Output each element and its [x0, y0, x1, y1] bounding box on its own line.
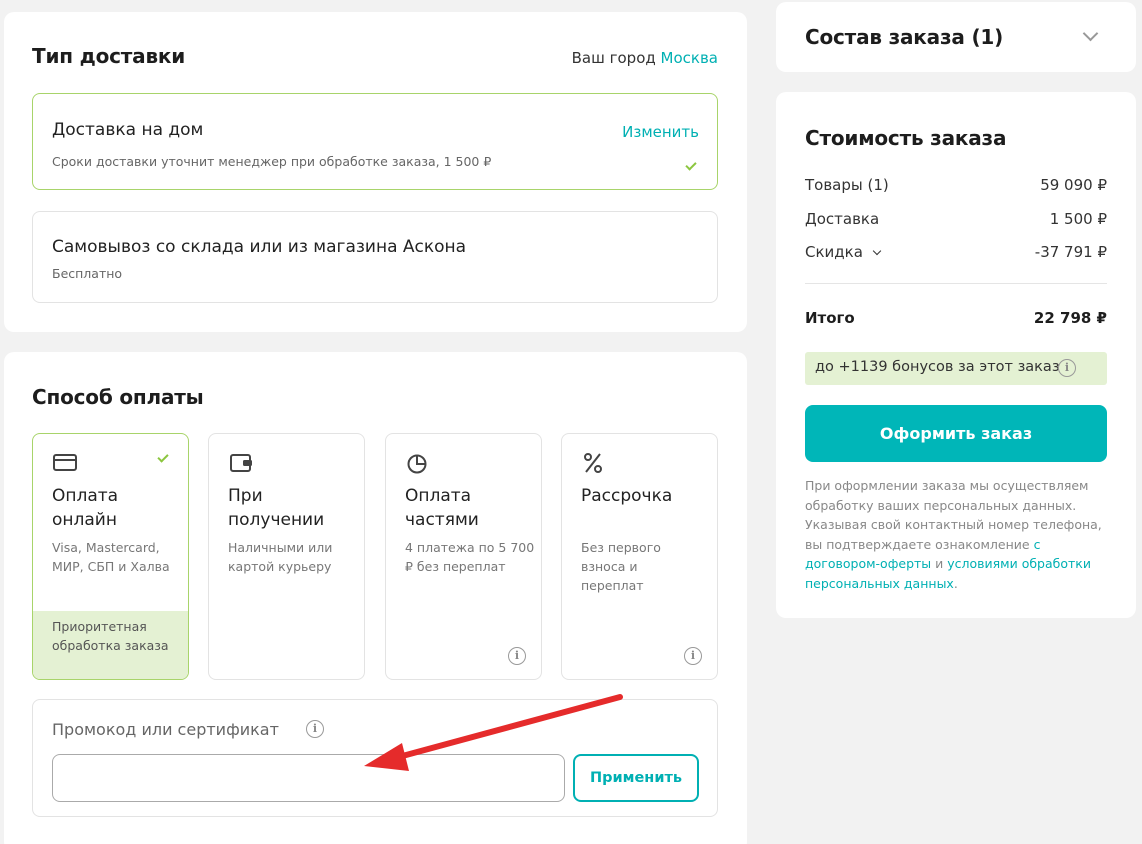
summary-row-label: Скидка [805, 243, 863, 261]
info-icon[interactable]: i [306, 720, 324, 738]
promo-label: Промокод или сертификат [52, 720, 279, 739]
chevron-down-icon[interactable] [1082, 25, 1099, 42]
city-label: Ваш город [571, 49, 656, 67]
summary-row-label: Доставка [805, 210, 880, 228]
info-icon[interactable]: i [684, 647, 702, 665]
summary-row-goods: Товары (1) 59 090 ₽ [805, 176, 1107, 194]
delivery-option-home[interactable]: Доставка на дом Сроки доставки уточнит м… [32, 93, 718, 190]
payment-method-title: При получении [228, 486, 325, 530]
order-card[interactable]: Состав заказа (1) [776, 2, 1136, 72]
payment-method-title: Оплата частями [405, 486, 479, 530]
apply-promo-button[interactable]: Применить [573, 754, 699, 802]
delivery-title: Тип доставки [32, 44, 186, 68]
summary-row-value: 59 090 ₽ [1040, 176, 1107, 194]
summary-row-discount[interactable]: Скидка -37 791 ₽ [805, 243, 1107, 261]
order-title: Состав заказа (1) [805, 25, 1004, 49]
divider [805, 283, 1107, 284]
change-delivery-link[interactable]: Изменить [622, 123, 699, 141]
checkout-button[interactable]: Оформить заказ [805, 405, 1107, 462]
total-value: 22 798 ₽ [1033, 309, 1107, 327]
bonus-text: до +1139 бонусов за этот заказ [815, 359, 1060, 375]
promo-block: Промокод или сертификат i Применить [32, 699, 718, 817]
payment-online[interactable]: Оплата онлайн Visa, Mastercard, МИР, СБП… [32, 433, 189, 680]
legal-end: . [953, 575, 958, 591]
delivery-option-title: Самовывоз со склада или из магазина Аско… [52, 237, 467, 257]
summary-row-delivery: Доставка 1 500 ₽ [805, 210, 1107, 228]
payment-title: Способ оплаты [32, 385, 204, 409]
check-icon [157, 451, 169, 463]
payment-method-desc: Visa, Mastercard, МИР, СБП и Халва [52, 540, 170, 574]
payment-installments[interactable]: Оплата частями 4 платежа по 5 700 ₽ без … [385, 433, 542, 680]
percent-icon [581, 452, 607, 474]
summary-row-value: -37 791 ₽ [1034, 243, 1107, 261]
legal-and: и [935, 556, 944, 571]
payment-method-title: Оплата онлайн [52, 486, 119, 530]
summary-title: Стоимость заказа [805, 126, 1007, 150]
chevron-down-icon[interactable] [872, 246, 881, 256]
delivery-option-title: Доставка на дом [52, 120, 204, 140]
summary-total: Итого 22 798 ₽ [805, 309, 1107, 327]
summary-card: Стоимость заказа Товары (1) 59 090 ₽ Дос… [776, 92, 1136, 618]
legal-text: При оформлении заказа мы осуществляем об… [805, 478, 1102, 552]
info-icon[interactable]: i [508, 647, 526, 665]
credit-card-icon [52, 452, 78, 474]
delivery-card: Тип доставки Ваш город Москва Доставка н… [4, 12, 747, 332]
promo-input[interactable] [52, 754, 565, 802]
payment-on-delivery[interactable]: При получении Наличными или картой курье… [208, 433, 365, 680]
bonus-badge: до +1139 бонусов за этот заказ i [805, 352, 1107, 385]
payment-method-desc: Без первого взноса и переплат [581, 540, 661, 593]
payment-method-desc: Наличными или картой курьеру [228, 540, 333, 574]
delivery-option-desc: Сроки доставки уточнит менеджер при обра… [52, 154, 492, 169]
payment-credit[interactable]: Рассрочка Без первого взноса и переплат … [561, 433, 718, 680]
total-label: Итого [805, 309, 855, 327]
info-icon[interactable]: i [1058, 359, 1076, 377]
summary-row-label: Товары (1) [805, 176, 889, 194]
delivery-option-desc: Бесплатно [52, 266, 123, 281]
legal-notice: При оформлении заказа мы осуществляем об… [805, 476, 1109, 593]
city-selector: Ваш город Москва [572, 49, 718, 67]
pie-chart-icon [405, 452, 431, 474]
delivery-option-pickup[interactable]: Самовывоз со склада или из магазина Аско… [32, 211, 718, 303]
wallet-icon [228, 452, 254, 474]
summary-row-value: 1 500 ₽ [1049, 210, 1107, 228]
check-icon [685, 159, 697, 171]
payment-method-title: Рассрочка [581, 486, 673, 506]
priority-badge: Приоритетная обработка заказа [33, 611, 188, 679]
payment-method-desc: 4 платежа по 5 700 ₽ без переплат [405, 540, 535, 574]
city-link[interactable]: Москва [661, 49, 718, 67]
